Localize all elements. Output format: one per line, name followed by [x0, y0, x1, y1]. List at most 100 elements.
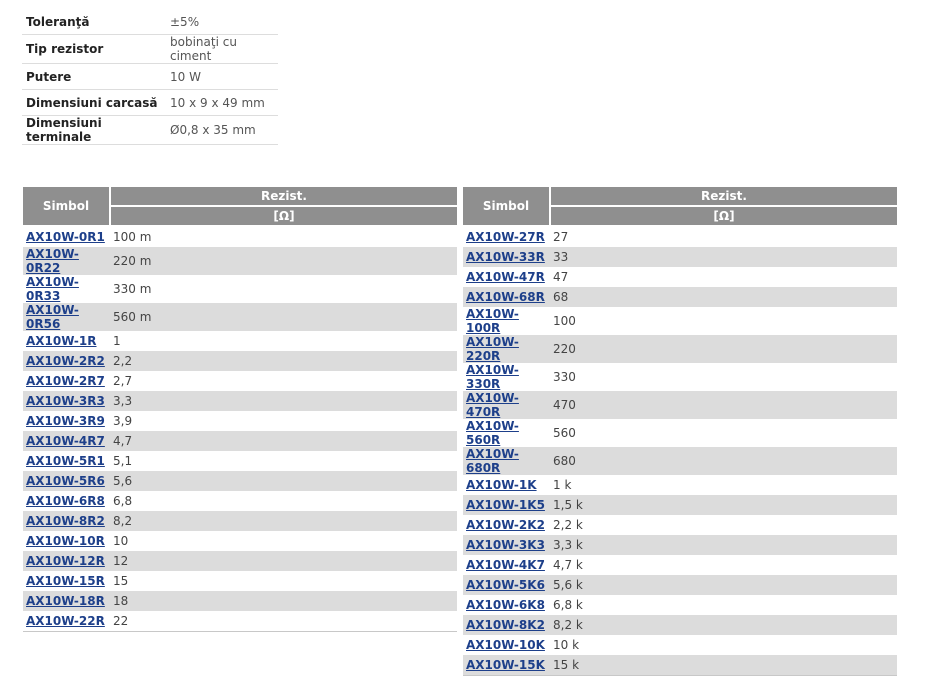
product-table-right: Simbol Rezist. [Ω] AX10W-27R 27 AX10W-33R 3… — [463, 187, 897, 676]
resistance-value: 220 — [550, 335, 897, 363]
resistance-value: 4,7 — [110, 431, 457, 451]
product-link[interactable]: AX10W-1K5 — [466, 498, 545, 512]
product-link[interactable]: AX10W-5R1 — [26, 454, 105, 468]
resistance-value: 100 m — [110, 225, 457, 247]
product-link[interactable]: AX10W-0R33 — [26, 275, 79, 303]
resistance-value: 470 — [550, 391, 897, 419]
resistance-value: 27 — [550, 225, 897, 247]
resistance-value: 8,2 — [110, 511, 457, 531]
spec-value: 10 x 9 x 49 mm — [166, 89, 278, 116]
product-link[interactable]: AX10W-470R — [466, 391, 519, 419]
product-link[interactable]: AX10W-0R56 — [26, 303, 79, 331]
resistance-value: 6,8 — [113, 494, 133, 508]
product-link[interactable]: AX10W-68R — [466, 290, 545, 304]
product-link[interactable]: AX10W-8K2 — [466, 618, 545, 632]
symbol-cell: AX10W-3R3 — [23, 391, 110, 411]
resistance-value: 3,9 — [113, 414, 133, 428]
product-link[interactable]: AX10W-100R — [466, 307, 519, 335]
header-symbol: Simbol — [23, 187, 111, 226]
resistance-value: 6,8 k — [553, 598, 583, 612]
specifications-table: Toleranţă ±5% Tip rezistor bobinaţi cu cime… — [22, 9, 278, 145]
product-link[interactable]: AX10W-6R8 — [26, 494, 105, 508]
table-row: AX10W-1K5 1,5 k — [463, 495, 897, 515]
symbol-cell: AX10W-15K — [463, 655, 550, 676]
product-link[interactable]: AX10W-33R — [466, 250, 545, 264]
header-unit: [Ω] — [550, 205, 897, 226]
spec-label: Dimensiuni carcasă — [22, 89, 166, 116]
resistance-value: 3,3 — [110, 391, 457, 411]
product-link[interactable]: AX10W-3R3 — [26, 394, 105, 408]
product-link[interactable]: AX10W-8R2 — [26, 514, 105, 528]
table-row: AX10W-220R 220 — [463, 335, 897, 363]
product-link[interactable]: AX10W-4R7 — [26, 434, 105, 448]
spec-label: Toleranţă — [22, 9, 166, 35]
spec-row: Dimensiuni terminale Ø0,8 x 35 mm — [22, 115, 278, 145]
spec-label: Tip rezistor — [22, 34, 166, 64]
product-link[interactable]: AX10W-1R — [26, 334, 97, 348]
table-row: AX10W-1K 1 k — [463, 475, 897, 495]
symbol-cell: AX10W-560R — [463, 419, 550, 447]
product-link[interactable]: AX10W-15K — [466, 658, 545, 672]
product-link[interactable]: AX10W-220R — [466, 335, 519, 363]
symbol-cell: AX10W-680R — [463, 447, 550, 475]
product-link[interactable]: AX10W-10R — [26, 534, 105, 548]
product-link[interactable]: AX10W-1K — [466, 478, 537, 492]
resistance-value: 5,6 — [110, 471, 457, 491]
product-link[interactable]: AX10W-5K6 — [466, 578, 545, 592]
product-link[interactable]: AX10W-12R — [26, 554, 105, 568]
spec-row: Toleranţă ±5% — [22, 9, 278, 35]
symbol-cell: AX10W-1K5 — [463, 495, 550, 515]
resistance-value: 100 — [553, 314, 576, 328]
table-row: AX10W-18R 18 — [23, 591, 457, 611]
resistance-value: 5,6 k — [550, 575, 897, 595]
symbol-cell: AX10W-8R2 — [23, 511, 110, 531]
symbol-cell: AX10W-15R — [23, 571, 110, 591]
product-link[interactable]: AX10W-2K2 — [466, 518, 545, 532]
table-row: AX10W-3R9 3,9 — [23, 411, 457, 431]
product-link[interactable]: AX10W-10K — [466, 638, 545, 652]
symbol-cell: AX10W-5R1 — [23, 451, 110, 471]
symbol-cell: AX10W-4K7 — [463, 555, 550, 575]
table-row: AX10W-5R1 5,1 — [23, 451, 457, 471]
product-link[interactable]: AX10W-0R22 — [26, 247, 79, 275]
symbol-cell: AX10W-10R — [23, 531, 110, 551]
header-symbol: Simbol — [463, 187, 551, 226]
table-row: AX10W-0R56 560 m — [23, 303, 457, 331]
table-row: AX10W-6K8 6,8 k — [463, 595, 897, 615]
header-resistance: Rezist. — [550, 187, 897, 206]
product-link[interactable]: AX10W-47R — [466, 270, 545, 284]
product-link[interactable]: AX10W-680R — [466, 447, 519, 475]
product-link[interactable]: AX10W-330R — [466, 363, 519, 391]
table-row: AX10W-3R3 3,3 — [23, 391, 457, 411]
product-link[interactable]: AX10W-560R — [466, 419, 519, 447]
symbol-cell: AX10W-5K6 — [463, 575, 550, 595]
product-link[interactable]: AX10W-2R7 — [26, 374, 105, 388]
table-row: AX10W-8R2 8,2 — [23, 511, 457, 531]
resistance-value: 330 — [553, 370, 576, 384]
table-row: AX10W-27R 27 — [463, 225, 897, 247]
product-link[interactable]: AX10W-18R — [26, 594, 105, 608]
table-row: AX10W-10R 10 — [23, 531, 457, 551]
table-row: AX10W-470R 470 — [463, 391, 897, 419]
resistance-value: 2,2 — [110, 351, 457, 371]
table-row: AX10W-330R 330 — [463, 363, 897, 391]
symbol-cell: AX10W-4R7 — [23, 431, 110, 451]
product-link[interactable]: AX10W-15R — [26, 574, 105, 588]
product-link[interactable]: AX10W-6K8 — [466, 598, 545, 612]
resistance-value: 10 — [113, 534, 129, 548]
product-link[interactable]: AX10W-22R — [26, 614, 105, 628]
table-row: AX10W-4K7 4,7 k — [463, 555, 897, 575]
product-link[interactable]: AX10W-3R9 — [26, 414, 105, 428]
symbol-cell: AX10W-6K8 — [463, 595, 550, 615]
product-link[interactable]: AX10W-3K3 — [466, 538, 545, 552]
product-link[interactable]: AX10W-27R — [466, 230, 545, 244]
table-row: AX10W-5R6 5,6 — [23, 471, 457, 491]
symbol-cell: AX10W-0R22 — [23, 247, 110, 275]
product-link[interactable]: AX10W-4K7 — [466, 558, 545, 572]
symbol-cell: AX10W-2R2 — [23, 351, 110, 371]
table-row: AX10W-47R 47 — [463, 267, 897, 287]
product-link[interactable]: AX10W-2R2 — [26, 354, 105, 368]
product-link[interactable]: AX10W-0R1 — [26, 230, 105, 244]
symbol-cell: AX10W-3R9 — [23, 411, 110, 431]
product-link[interactable]: AX10W-5R6 — [26, 474, 105, 488]
